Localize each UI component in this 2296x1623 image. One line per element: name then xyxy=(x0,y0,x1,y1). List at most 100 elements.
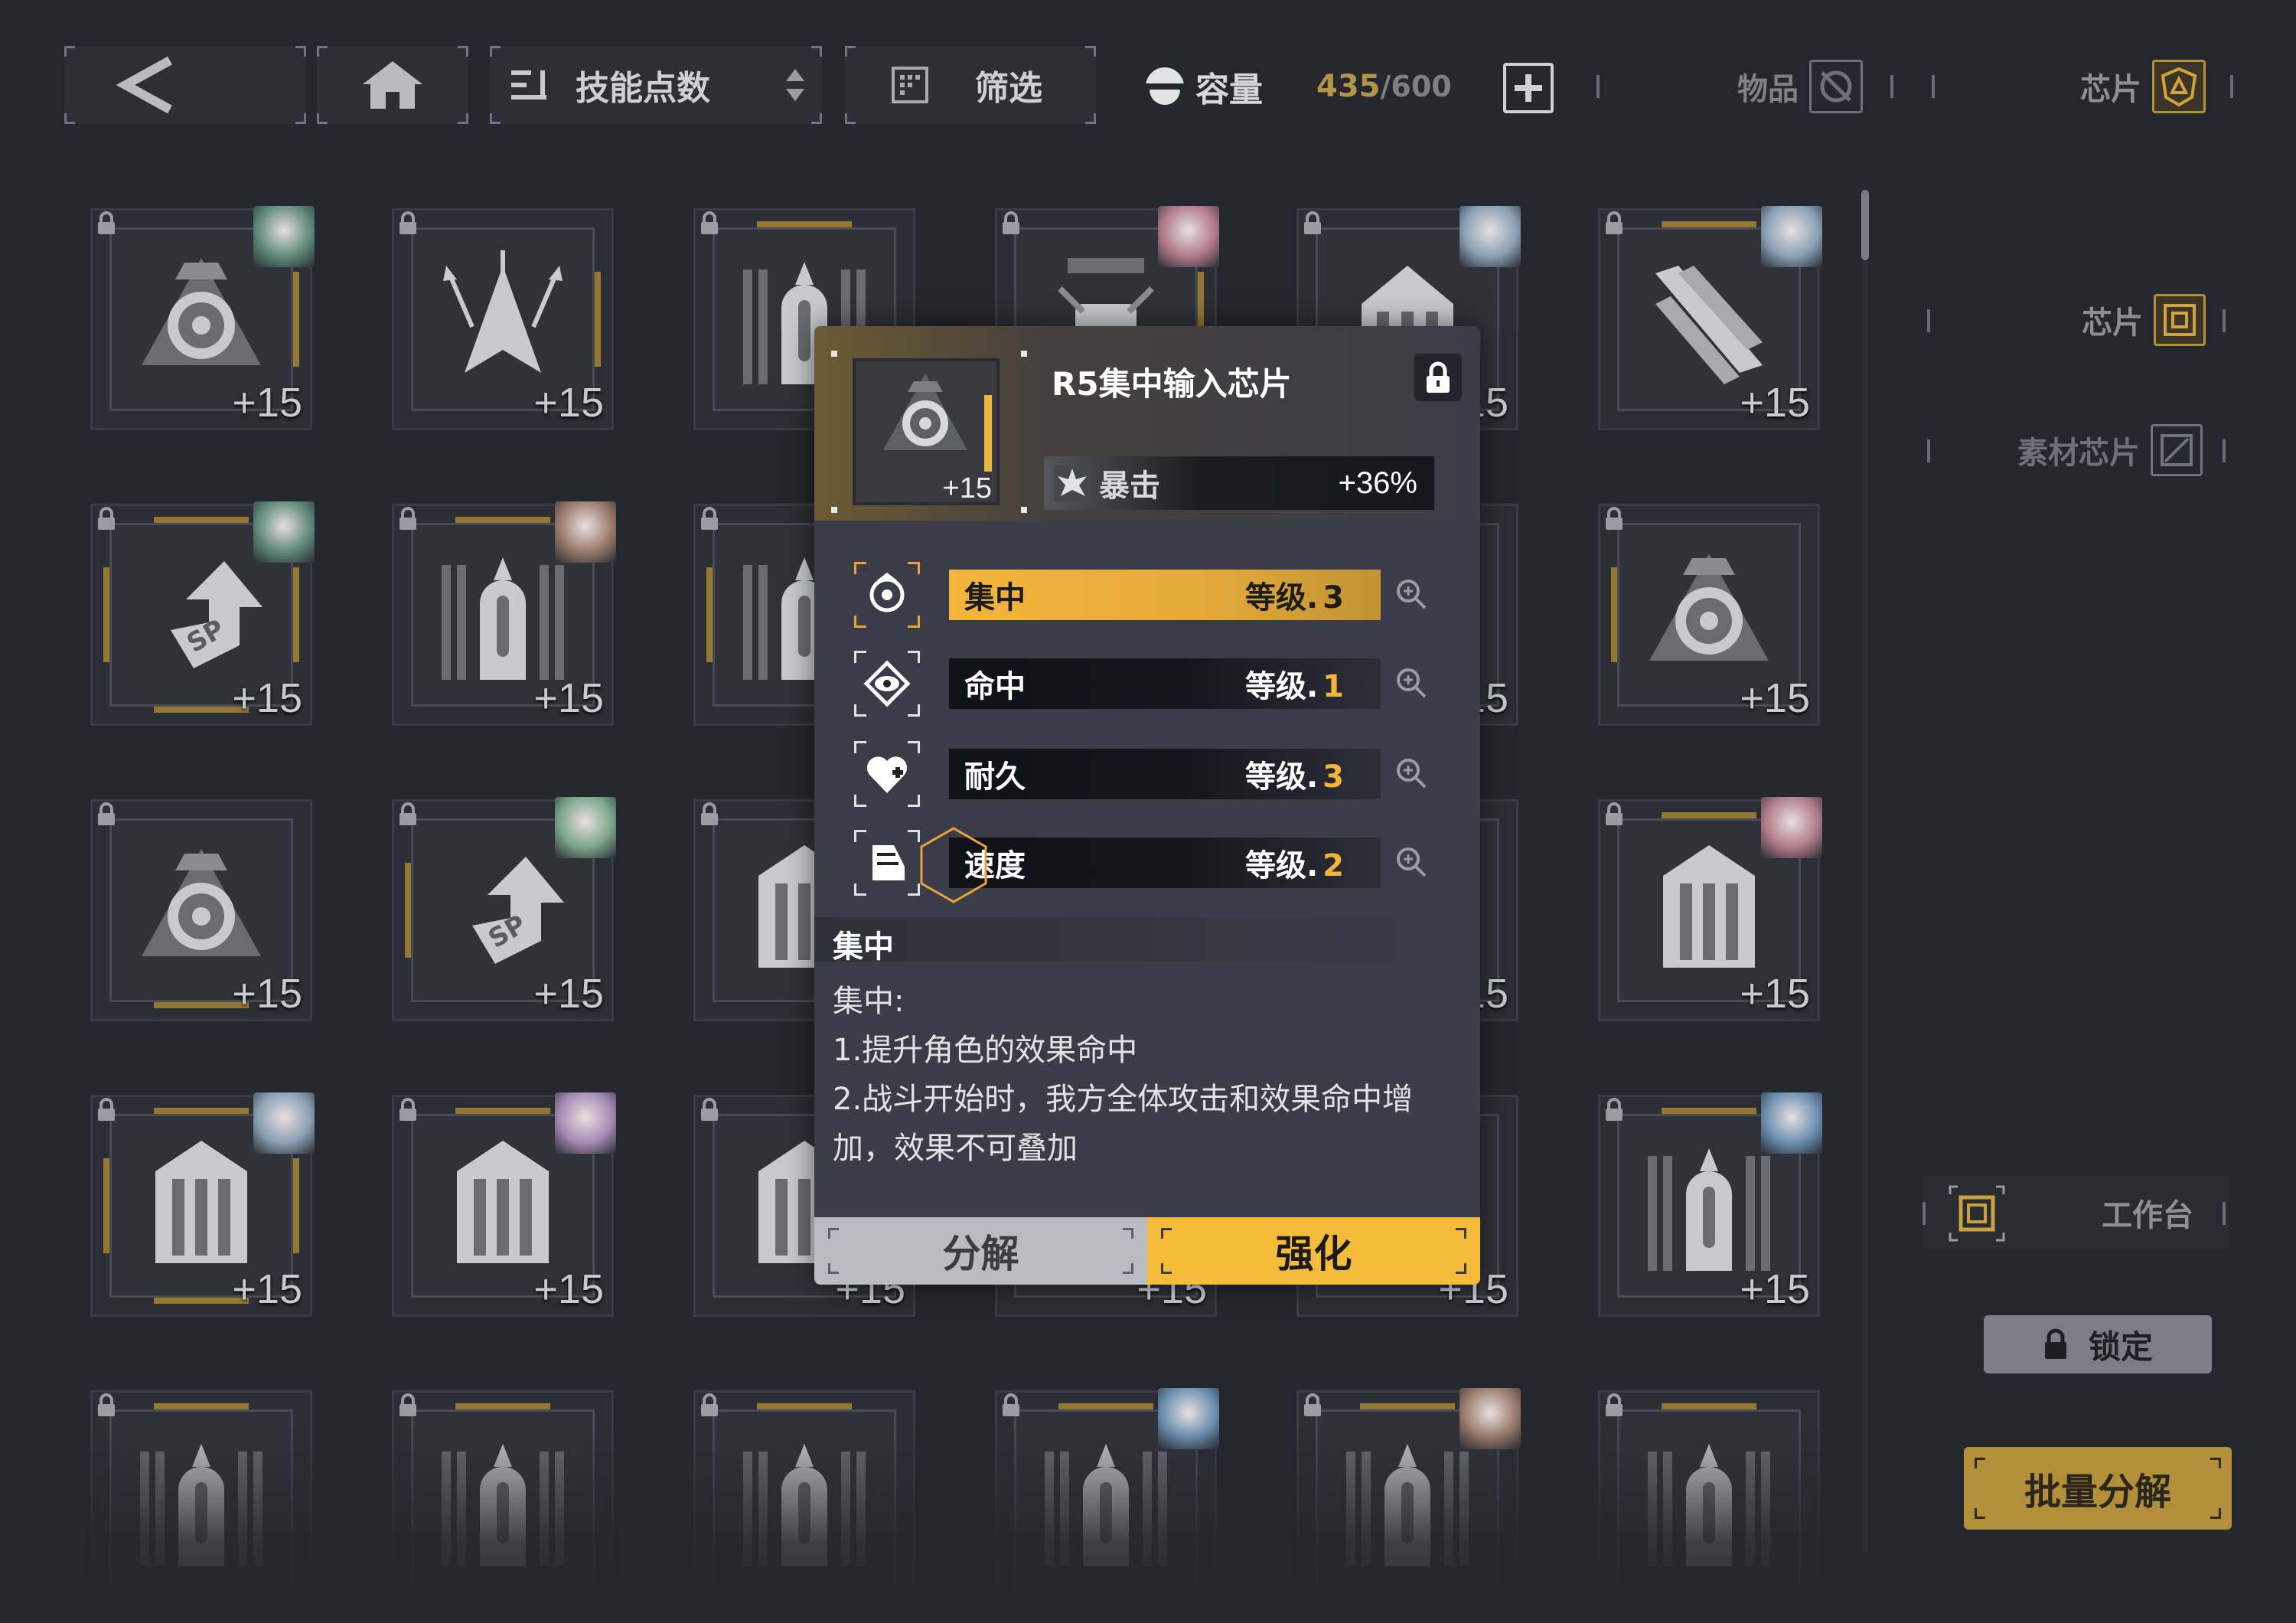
capacity-display: 容量 435 /600 xyxy=(1143,60,1452,113)
enhance-button[interactable]: 强化 xyxy=(1147,1217,1480,1285)
home-icon xyxy=(363,61,422,109)
substat-row[interactable]: 命中 等级. 1 xyxy=(814,651,1480,717)
tile-lock-icon xyxy=(393,211,423,241)
tile-lock-icon xyxy=(1297,211,1328,241)
substat-name: 耐久 xyxy=(964,759,1026,795)
chip-tile[interactable]: +15 xyxy=(392,1092,616,1317)
sort-dropdown[interactable]: 技能点数 xyxy=(490,46,822,124)
chip-tile[interactable]: +15 xyxy=(90,799,312,1021)
home-button[interactable] xyxy=(317,46,468,124)
chip-level: +15 xyxy=(942,472,992,505)
lock-label: 锁定 xyxy=(2088,1327,2153,1366)
tile-gold-bar xyxy=(706,567,713,662)
equipped-character-avatar xyxy=(1761,206,1822,267)
thumb-corner xyxy=(831,507,837,513)
batch-decompose-button[interactable]: 批量分解 xyxy=(1964,1447,2232,1530)
desc-line: 加，效果不可叠加 xyxy=(833,1131,1078,1166)
tile-gold-bar xyxy=(1662,1403,1756,1409)
zoom-detail-icon[interactable] xyxy=(1394,666,1428,700)
category-chips[interactable]: 芯片 xyxy=(2082,294,2206,346)
tile-level: +15 xyxy=(1740,1266,1810,1312)
chip-tile[interactable]: +15 xyxy=(392,501,616,726)
enhance-label: 强化 xyxy=(1275,1232,1352,1276)
tab-chips[interactable]: 芯片 xyxy=(2080,60,2206,113)
substat-name: 命中 xyxy=(964,669,1026,704)
arrows-chip-icon xyxy=(443,250,563,373)
tile-lock-icon xyxy=(1599,1393,1629,1423)
tile-lock-icon xyxy=(1599,802,1629,832)
tile-gold-bar xyxy=(1611,567,1617,662)
workbench-button[interactable]: 工作台 xyxy=(1923,1176,2229,1249)
workbench-label: 工作台 xyxy=(2102,1198,2193,1233)
tile-gold-bar xyxy=(1662,1108,1756,1114)
chip-name: R5集中输入芯片 xyxy=(1052,365,1292,403)
decompose-button[interactable]: 分解 xyxy=(814,1217,1147,1285)
desc-line: 1.提升角色的效果命中 xyxy=(833,1033,1138,1068)
tile-lock-icon xyxy=(393,802,423,832)
target-chip-icon xyxy=(1649,554,1769,661)
chip-detail-popup: +15 R5集中输入芯片 暴击 +36% 集中 等级. 3 命中 等级. 1 耐… xyxy=(814,326,1480,1285)
desc-title: 集中 xyxy=(833,929,894,965)
decompose-label: 分解 xyxy=(942,1232,1019,1276)
description-text: 集中: 1.提升角色的效果命中 2.战斗开始时，我方全体攻击和效果命中增 加，效… xyxy=(833,977,1468,1173)
chip-tile[interactable]: SP +15 xyxy=(90,501,315,726)
filter-label: 筛选 xyxy=(975,69,1042,108)
substat-level: 等级. 2 xyxy=(1244,848,1344,883)
expand-capacity-button[interactable] xyxy=(1503,63,1554,113)
chip-shield-icon xyxy=(2152,60,2206,113)
items-icon xyxy=(1809,60,1863,113)
chip-thumbnail: +15 xyxy=(853,358,1000,505)
tile-level: +15 xyxy=(1740,380,1810,426)
equipped-character-avatar xyxy=(253,206,315,267)
tile-lock-icon xyxy=(1599,211,1629,241)
tile-level: +15 xyxy=(232,1266,302,1312)
selection-cursor-icon xyxy=(920,827,987,903)
chip-tile[interactable]: +15 xyxy=(392,208,614,430)
target-icon xyxy=(854,562,920,628)
scrollbar-thumb[interactable] xyxy=(1861,190,1869,260)
tile-level: +15 xyxy=(533,1266,604,1312)
filter-button[interactable]: 筛选 xyxy=(845,46,1096,124)
zoom-detail-icon[interactable] xyxy=(1394,577,1428,611)
tile-level: +15 xyxy=(232,971,302,1017)
substat-row[interactable]: 集中 等级. 3 xyxy=(814,562,1480,628)
chip-tile[interactable]: +15 xyxy=(1598,504,1820,726)
equipped-character-avatar xyxy=(1158,206,1219,267)
tile-level: +15 xyxy=(1740,675,1810,721)
category-material-chips[interactable]: 素材芯片 xyxy=(2017,424,2203,476)
material-chip-icon xyxy=(2151,424,2203,476)
tab-chips-label: 芯片 xyxy=(2080,72,2141,107)
zoom-detail-icon[interactable] xyxy=(1394,845,1428,879)
substat-row[interactable]: 速度 等级. 2 xyxy=(814,830,1480,896)
chip-tile[interactable]: +15 xyxy=(1598,797,1822,1021)
tile-gold-bar xyxy=(103,1158,109,1253)
desc-line: 集中: xyxy=(833,984,905,1019)
scroll-track xyxy=(1863,190,1867,1553)
back-button[interactable] xyxy=(64,46,306,124)
chip-lock-toggle[interactable] xyxy=(1414,354,1462,401)
tile-lock-icon xyxy=(1297,1393,1328,1423)
tile-gold-bar xyxy=(757,1403,852,1409)
tile-gold-bar xyxy=(405,863,411,958)
chip-gold-bar xyxy=(984,395,992,472)
chip-tile[interactable]: +15 xyxy=(1598,206,1822,430)
tile-gold-bar xyxy=(103,567,109,662)
tab-items[interactable]: 物品 xyxy=(1737,60,1863,113)
tile-gold-bar xyxy=(293,1158,299,1253)
equipped-character-avatar xyxy=(555,797,616,858)
substat-row[interactable]: 耐久 等级. 3 xyxy=(814,741,1480,807)
substat-bar: 集中 等级. 3 xyxy=(949,570,1381,620)
category-chips-label: 芯片 xyxy=(2082,305,2143,341)
separator xyxy=(1923,1202,1926,1225)
chip-tile[interactable]: +15 xyxy=(90,206,315,430)
lock-button[interactable]: 锁定 xyxy=(1984,1315,2212,1373)
tile-lock-icon xyxy=(996,211,1026,241)
chip-tile[interactable]: SP +15 xyxy=(392,797,616,1021)
tile-gold-bar xyxy=(1662,221,1756,227)
chip-tile[interactable]: +15 xyxy=(1598,1092,1822,1317)
separator xyxy=(1927,309,1930,332)
chip-tile[interactable]: +15 xyxy=(90,1092,315,1317)
main-stat-bar: 暴击 +36% xyxy=(1044,456,1434,510)
zoom-detail-icon[interactable] xyxy=(1394,756,1428,790)
equipped-character-avatar xyxy=(253,1092,315,1154)
